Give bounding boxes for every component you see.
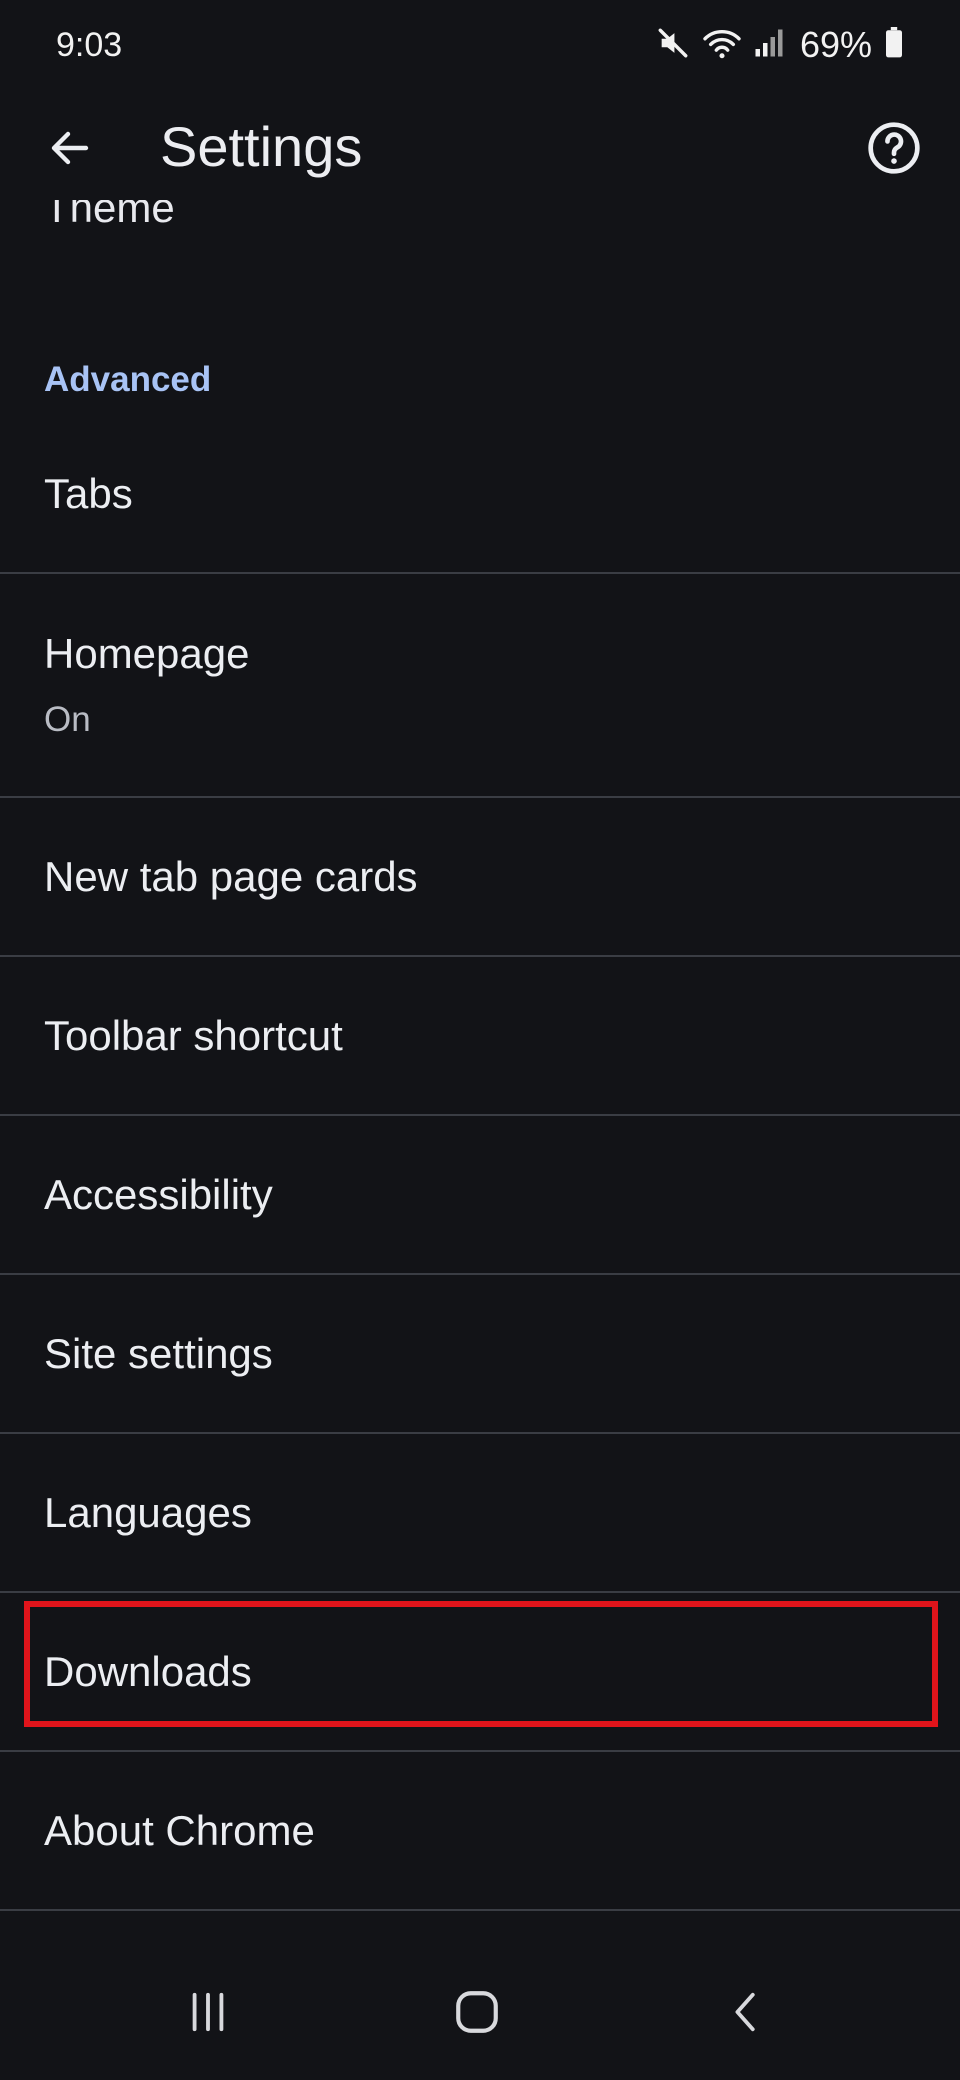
settings-item-status: On (44, 700, 91, 739)
mute-icon (656, 26, 690, 65)
system-nav-bar (0, 1952, 960, 2080)
settings-list-container[interactable]: Theme Advanced Tabs Homepage On New tab … (0, 200, 960, 1952)
help-icon[interactable] (862, 116, 926, 180)
settings-item-homepage[interactable]: Homepage On (0, 574, 960, 798)
settings-item-languages[interactable]: Languages (0, 1434, 960, 1593)
battery-icon (884, 26, 904, 64)
signal-icon (754, 28, 784, 63)
settings-item-accessibility[interactable]: Accessibility (0, 1116, 960, 1275)
settings-item-label: Homepage (44, 630, 250, 677)
wifi-icon (702, 26, 742, 65)
settings-item-label: Downloads (44, 1647, 252, 1695)
settings-item-theme[interactable]: Theme (44, 200, 175, 232)
home-icon[interactable] (422, 1972, 532, 2052)
status-bar: 9:03 69% (0, 0, 960, 96)
back-arrow-icon[interactable] (40, 118, 100, 178)
settings-item-about-chrome[interactable]: About Chrome (0, 1752, 960, 1911)
settings-item-label: Accessibility (44, 1170, 273, 1218)
settings-item-label: Tabs (44, 469, 133, 517)
settings-list: Tabs Homepage On New tab page cards Tool… (0, 415, 960, 1911)
settings-item-label: About Chrome (44, 1806, 315, 1854)
recents-icon[interactable] (153, 1972, 263, 2052)
back-chevron-icon[interactable] (692, 1972, 802, 2052)
settings-item-label: Languages (44, 1488, 252, 1536)
settings-item-new-tab-page-cards[interactable]: New tab page cards (0, 798, 960, 957)
battery-percent: 69% (799, 24, 872, 65)
page-title: Settings (160, 115, 363, 178)
app-bar: Settings (0, 96, 960, 200)
settings-item-downloads[interactable]: Downloads (0, 1593, 960, 1752)
settings-item-label: Toolbar shortcut (44, 1011, 343, 1059)
section-header-advanced: Advanced (44, 360, 212, 399)
settings-item-label: Site settings (44, 1329, 273, 1377)
settings-item-toolbar-shortcut[interactable]: Toolbar shortcut (0, 957, 960, 1116)
status-icons: 69% (656, 24, 904, 66)
status-time: 9:03 (56, 26, 123, 64)
settings-item-site-settings[interactable]: Site settings (0, 1275, 960, 1434)
settings-item-label: New tab page cards (44, 852, 418, 900)
settings-item-tabs[interactable]: Tabs (0, 415, 960, 574)
